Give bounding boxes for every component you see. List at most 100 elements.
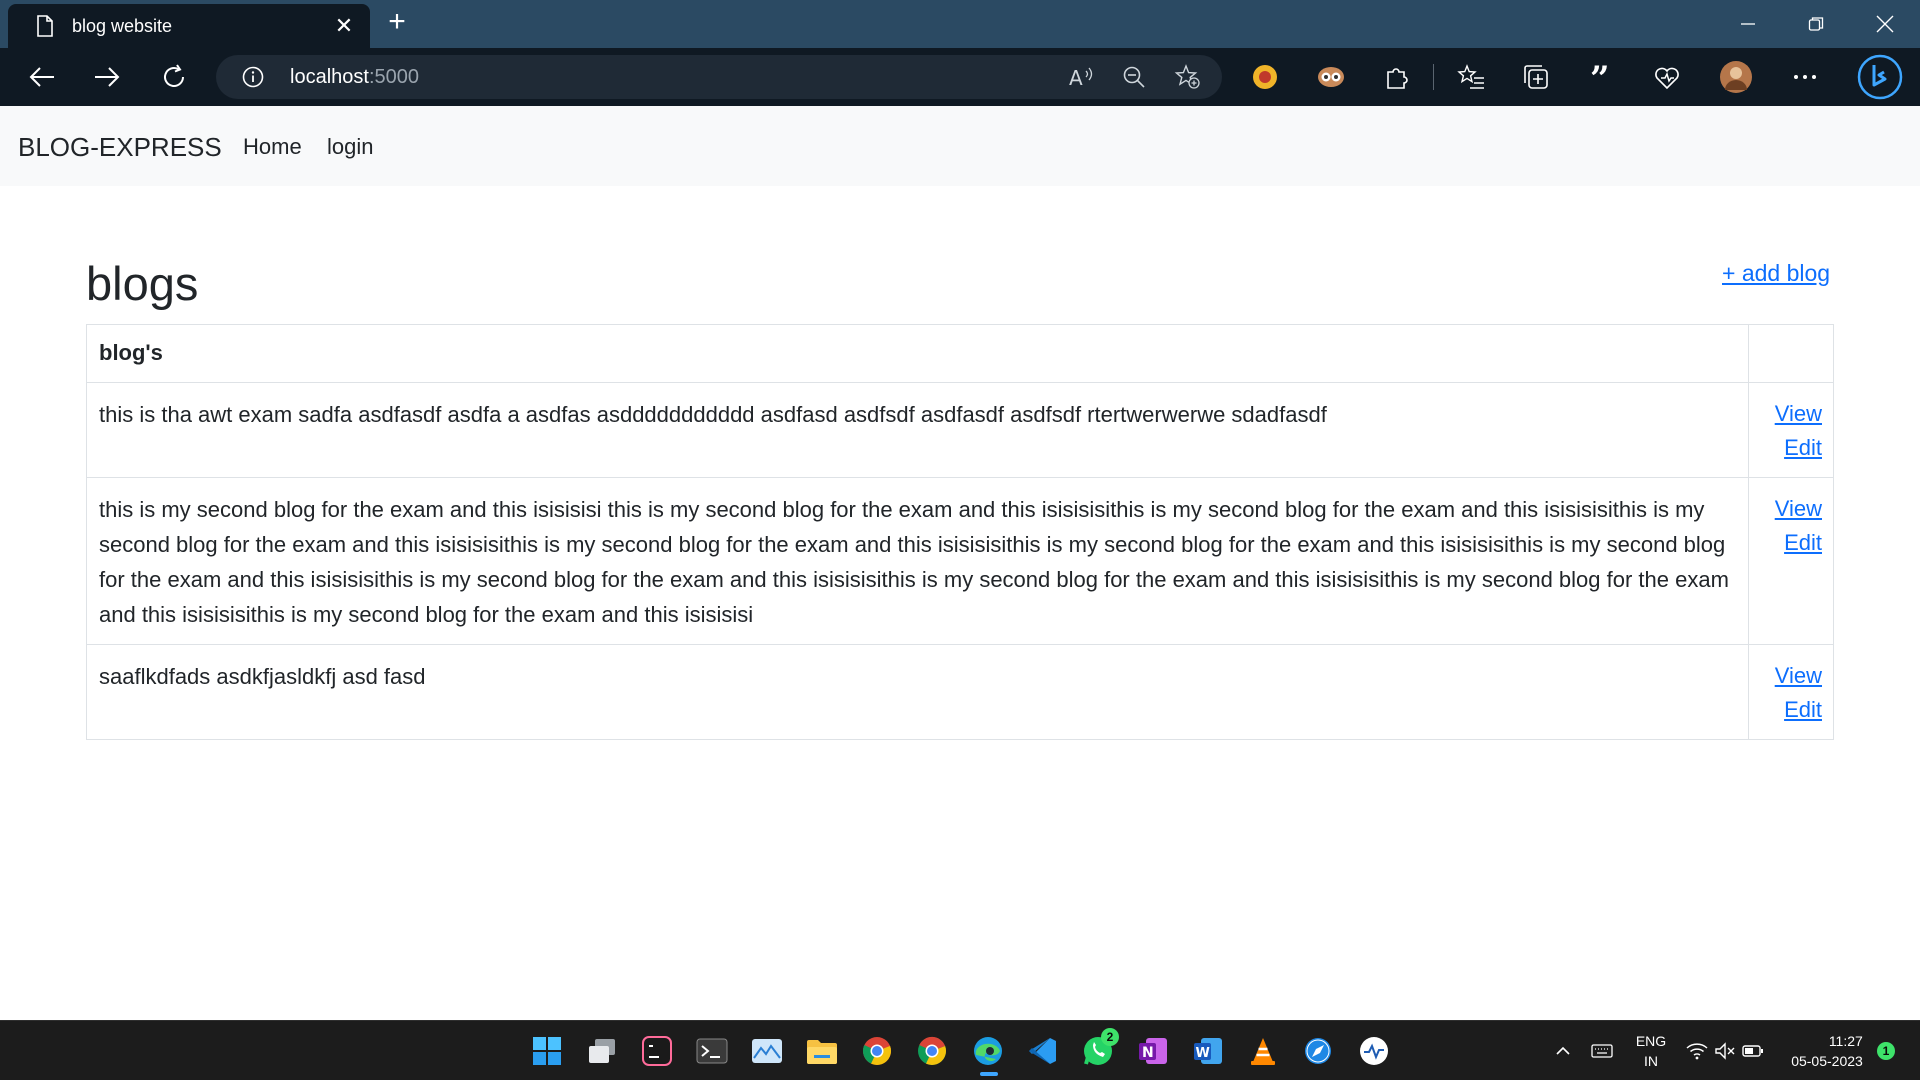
terminal-icon <box>696 1038 728 1064</box>
zoom-button[interactable] <box>1119 62 1149 92</box>
language-region: IN <box>1644 1053 1658 1069</box>
blog-actions: View Edit <box>1748 644 1834 740</box>
quote-extension-button[interactable]: ” <box>1584 60 1618 94</box>
site-navbar: BLOG-EXPRESS Home login <box>0 106 1920 186</box>
browser-toolbar: localhost:5000 A ” <box>0 48 1920 106</box>
profile-button[interactable] <box>1719 60 1753 94</box>
taskbar-app-word[interactable]: W <box>1191 1034 1225 1068</box>
url-text[interactable]: localhost:5000 <box>290 66 419 89</box>
taskbar-app-jetbrains[interactable] <box>640 1034 674 1068</box>
address-bar[interactable]: localhost:5000 A <box>216 55 1222 99</box>
extension-eyes-icon <box>1318 67 1344 87</box>
toolbar-separator <box>1433 64 1434 90</box>
task-view-button[interactable] <box>585 1034 619 1068</box>
back-button[interactable] <box>25 60 59 94</box>
performance-button[interactable] <box>1650 60 1684 94</box>
edit-link[interactable]: Edit <box>1761 431 1822 465</box>
taskbar-app-safari[interactable] <box>1301 1034 1335 1068</box>
taskbar-app-chrome[interactable] <box>860 1034 894 1068</box>
refresh-button[interactable] <box>157 60 191 94</box>
touch-keyboard-button[interactable] <box>1588 1021 1616 1080</box>
blog-actions: View Edit <box>1748 382 1834 478</box>
close-window-button[interactable] <box>1852 0 1918 48</box>
nav-link-home[interactable]: Home <box>243 134 302 160</box>
taskbar-app-onenote[interactable]: N <box>1136 1034 1170 1068</box>
settings-more-button[interactable] <box>1788 60 1822 94</box>
url-host: localhost <box>290 66 369 88</box>
clock: 11:27 05-05-2023 <box>1791 1031 1863 1071</box>
quote-icon: ” <box>1590 64 1610 90</box>
edit-link[interactable]: Edit <box>1761 693 1822 727</box>
nav-link-login[interactable]: login <box>327 134 373 160</box>
bing-icon <box>1857 54 1903 100</box>
whatsapp-badge: 2 <box>1101 1028 1119 1046</box>
add-favorite-button[interactable] <box>1172 62 1202 92</box>
puzzle-icon <box>1387 68 1408 89</box>
keyboard-icon <box>1591 1044 1613 1058</box>
photos-icon <box>752 1039 782 1063</box>
clock-time: 11:27 <box>1828 1033 1863 1049</box>
page-icon <box>37 15 53 37</box>
input-language-button[interactable]: ENG IN <box>1630 1021 1672 1080</box>
tab-close-icon[interactable]: ✕ <box>332 13 356 39</box>
favorites-button[interactable] <box>1454 60 1488 94</box>
blogs-table: blog's this is tha awt exam sadfa asdfas… <box>86 324 1834 740</box>
extensions-button[interactable] <box>1380 60 1414 94</box>
folder-icon <box>807 1040 837 1064</box>
profile-avatar-icon <box>1720 61 1752 93</box>
battery-icon <box>1742 1045 1763 1057</box>
star-add-icon <box>1174 64 1200 89</box>
favorites-list-icon <box>1457 64 1484 89</box>
minimize-button[interactable] <box>1715 0 1781 48</box>
extension-button-2[interactable] <box>1314 60 1348 94</box>
browser-tab-active[interactable]: blog website ✕ <box>8 4 370 48</box>
blog-text: this is my second blog for the exam and … <box>86 477 1749 645</box>
clock-button[interactable]: 11:27 05-05-2023 <box>1780 1021 1874 1080</box>
extension-button-1[interactable] <box>1248 60 1282 94</box>
notification-center-button[interactable]: 1 <box>1874 1021 1898 1080</box>
bing-chat-button[interactable] <box>1857 54 1903 100</box>
table-row: saaflkdfads asdkfjasldkfj asd fasd View … <box>86 644 1834 740</box>
view-link[interactable]: View <box>1761 397 1822 431</box>
show-hidden-icons-button[interactable] <box>1551 1021 1575 1080</box>
jetbrains-icon <box>642 1036 672 1066</box>
quick-settings-button[interactable] <box>1684 1021 1766 1080</box>
active-app-indicator <box>980 1072 998 1076</box>
taskbar-app-file-explorer[interactable] <box>805 1034 839 1068</box>
taskbar-app-vscode[interactable] <box>1026 1034 1060 1068</box>
taskbar-app-chrome-profile[interactable] <box>915 1034 949 1068</box>
taskbar-app-vlc[interactable] <box>1246 1034 1280 1068</box>
new-tab-button[interactable]: + <box>382 7 412 38</box>
clock-date: 05-05-2023 <box>1791 1053 1863 1069</box>
restore-button[interactable] <box>1783 0 1849 48</box>
taskbar-app-edge[interactable] <box>971 1034 1005 1068</box>
language-code: ENG <box>1635 1033 1667 1049</box>
task-view-icon <box>589 1039 615 1063</box>
taskbar-app-photos[interactable] <box>750 1034 784 1068</box>
svg-text:A: A <box>1069 66 1083 89</box>
taskbar-app-whatsapp[interactable]: 2 <box>1081 1028 1119 1068</box>
read-aloud-button[interactable]: A <box>1066 62 1096 92</box>
navbar-brand[interactable]: BLOG-EXPRESS <box>18 132 222 163</box>
word-icon: W <box>1194 1038 1222 1064</box>
start-button[interactable] <box>530 1034 564 1068</box>
blog-text: this is tha awt exam sadfa asdfasdf asdf… <box>86 382 1749 478</box>
forward-arrow-icon <box>95 67 120 87</box>
svg-text:”: ” <box>1590 64 1610 90</box>
forward-button[interactable] <box>90 60 124 94</box>
close-icon <box>1876 15 1894 33</box>
taskbar-app-pulse[interactable] <box>1357 1034 1391 1068</box>
svg-text:N: N <box>1142 1045 1154 1061</box>
table-header-row: blog's <box>86 324 1834 383</box>
view-link[interactable]: View <box>1761 659 1822 693</box>
vlc-cone-icon <box>1251 1038 1275 1065</box>
blog-actions: View Edit <box>1748 477 1834 645</box>
collections-button[interactable] <box>1519 60 1553 94</box>
site-info-icon[interactable] <box>242 66 264 88</box>
add-blog-link[interactable]: + add blog <box>1722 260 1830 287</box>
taskbar-app-terminal[interactable] <box>695 1034 729 1068</box>
edit-link[interactable]: Edit <box>1761 526 1822 560</box>
volume-muted-icon <box>1715 1042 1735 1060</box>
view-link[interactable]: View <box>1761 492 1822 526</box>
minimize-icon <box>1741 23 1755 25</box>
